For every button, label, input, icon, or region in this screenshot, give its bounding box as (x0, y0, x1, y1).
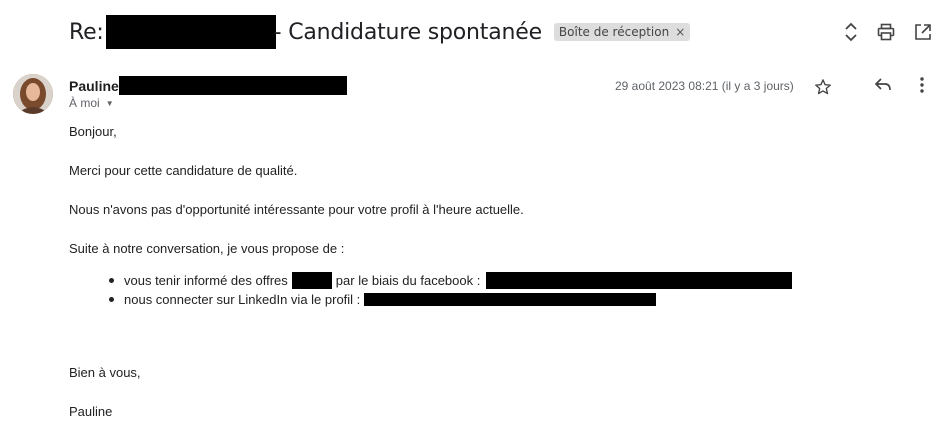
bullet-text: par le biais du facebook : (335, 273, 481, 288)
email-date: 29 août 2023 08:21 (il y a 3 jours) (615, 79, 794, 93)
email-subject: Re: - Candidature spontanée Boîte de réc… (69, 14, 691, 50)
redacted-block (291, 272, 332, 289)
list-item: nous connecter sur LinkedIn via le profi… (109, 290, 792, 309)
body-line: Suite à notre conversation, je vous prop… (69, 241, 345, 256)
body-line: Merci pour cette candidature de qualité. (69, 163, 298, 178)
remove-label-icon[interactable]: × (675, 25, 685, 39)
bullet-text: nous connecter sur LinkedIn via le profi… (124, 292, 361, 307)
body-line: Nous n'avons pas d'opportunité intéressa… (69, 202, 524, 217)
recipient-details[interactable]: À moi ▼ (69, 96, 114, 110)
body-closing: Bien à vous, (69, 365, 141, 380)
star-icon[interactable] (814, 78, 832, 96)
sender-first-name: Pauline (69, 77, 119, 94)
subject-suffix: - Candidature spontanée (273, 19, 542, 45)
redacted-block (118, 76, 347, 95)
subject-prefix: Re: (69, 19, 104, 45)
open-in-new-icon[interactable] (914, 23, 932, 41)
unfold-icon[interactable] (843, 22, 859, 42)
redacted-block (105, 15, 276, 49)
recipient-label: À moi (69, 96, 100, 110)
sender-name: Pauline (69, 76, 347, 95)
body-signature: Pauline (69, 404, 113, 419)
chevron-down-icon[interactable]: ▼ (106, 99, 114, 108)
list-item: vous tenir informé des offres par le bia… (109, 271, 793, 290)
body-bullet-list: vous tenir informé des offres par le bia… (109, 271, 793, 309)
bullet-text: vous tenir informé des offres (124, 273, 288, 288)
redacted-link[interactable] (364, 293, 657, 306)
redacted-link[interactable] (486, 272, 793, 289)
reply-icon[interactable] (874, 77, 892, 93)
label-text: Boîte de réception (558, 25, 670, 39)
more-vert-icon[interactable] (920, 77, 924, 93)
body-greeting: Bonjour, (69, 124, 117, 139)
avatar[interactable] (13, 74, 53, 114)
inbox-label-chip[interactable]: Boîte de réception × (553, 23, 691, 41)
print-icon[interactable] (877, 23, 895, 41)
